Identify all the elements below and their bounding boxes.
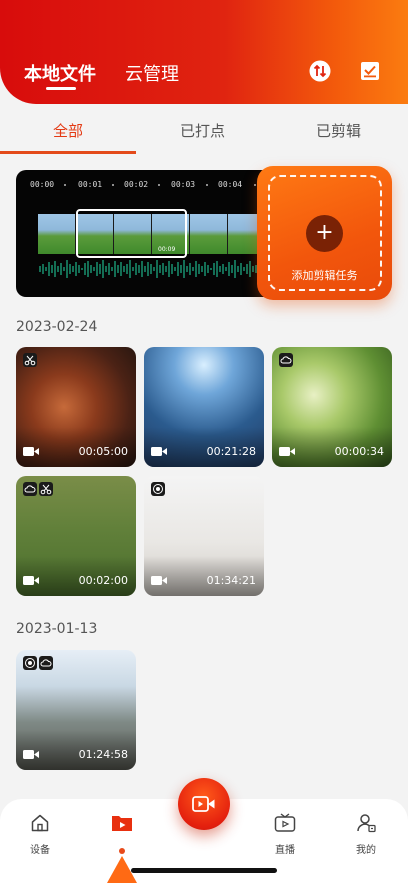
video-duration: 00:21:28 bbox=[206, 445, 256, 458]
nav-item-me[interactable]: 我的 bbox=[336, 813, 396, 856]
video-duration: 01:34:21 bbox=[206, 574, 256, 587]
target-icon bbox=[151, 482, 165, 496]
video-thumbnail[interactable]: 00:00:34 bbox=[272, 347, 392, 467]
record-video-icon bbox=[192, 796, 215, 812]
folder-play-icon bbox=[112, 816, 132, 831]
audio-waveform bbox=[39, 260, 275, 278]
video-camera-icon bbox=[23, 576, 39, 585]
add-clip-task-button[interactable]: + 添加剪辑任务 bbox=[257, 166, 392, 300]
active-tab-indicator bbox=[46, 87, 76, 90]
home-icon bbox=[31, 814, 49, 832]
nav-item-files[interactable] bbox=[92, 813, 152, 833]
nav-label-me: 我的 bbox=[356, 845, 376, 856]
nav-label-live: 直播 bbox=[275, 845, 295, 856]
date-header: 2023-02-24 bbox=[16, 319, 98, 335]
timeline-frame bbox=[38, 214, 76, 254]
cloud-icon bbox=[23, 482, 37, 496]
tv-icon bbox=[274, 813, 296, 832]
tab-local-files[interactable]: 本地文件 bbox=[24, 60, 96, 86]
video-thumbnail[interactable]: 01:34:21 bbox=[144, 476, 264, 596]
filter-tab-edited[interactable]: 已剪辑 bbox=[316, 120, 361, 141]
selection-time: 00:09 bbox=[158, 246, 176, 253]
video-camera-icon bbox=[151, 576, 167, 585]
cloud-icon bbox=[279, 353, 293, 367]
video-thumbnail[interactable]: 00:02:00 bbox=[16, 476, 136, 596]
app-header: 本地文件 云管理 bbox=[0, 0, 408, 104]
timeline-label: 00:00 bbox=[30, 180, 55, 189]
timeline-label: 00:04 bbox=[218, 180, 243, 189]
video-camera-icon bbox=[23, 750, 39, 759]
video-thumbnail[interactable]: 01:24:58 bbox=[16, 650, 136, 770]
filter-tab-indicator bbox=[0, 151, 136, 154]
timeline-label: 00:03 bbox=[171, 180, 196, 189]
scissors-icon bbox=[23, 353, 37, 367]
video-duration: 00:00:34 bbox=[334, 445, 384, 458]
timeline-tick bbox=[158, 184, 160, 186]
video-camera-icon bbox=[151, 447, 167, 456]
video-duration: 00:05:00 bbox=[78, 445, 128, 458]
timeline-label: 00:01 bbox=[78, 180, 103, 189]
plus-icon: + bbox=[306, 215, 343, 252]
filter-tab-all[interactable]: 全部 bbox=[53, 120, 83, 141]
video-duration: 00:02:00 bbox=[78, 574, 128, 587]
timeline-tick bbox=[64, 184, 66, 186]
video-camera-icon bbox=[279, 447, 295, 456]
nav-item-devices[interactable]: 设备 bbox=[10, 813, 70, 856]
video-duration: 01:24:58 bbox=[78, 748, 128, 761]
date-header: 2023-01-13 bbox=[16, 621, 98, 637]
add-clip-task-label: 添加剪辑任务 bbox=[291, 269, 358, 282]
profile-icon bbox=[357, 814, 376, 833]
target-icon bbox=[23, 656, 37, 670]
timeline-tick bbox=[254, 184, 256, 186]
nav-item-live[interactable]: 直播 bbox=[255, 813, 315, 856]
sort-icon[interactable] bbox=[309, 60, 331, 82]
checklist-icon[interactable] bbox=[359, 60, 381, 82]
timeline-tick bbox=[112, 184, 114, 186]
record-video-button[interactable] bbox=[178, 778, 230, 830]
timeline-frame bbox=[190, 214, 228, 254]
timeline-tick bbox=[206, 184, 208, 186]
video-thumbnail[interactable]: 00:21:28 bbox=[144, 347, 264, 467]
filter-tab-marked[interactable]: 已打点 bbox=[180, 120, 225, 141]
clip-editor-preview[interactable]: 00:00 00:01 00:02 00:03 00:04 00:09 bbox=[16, 170, 286, 297]
cloud-icon bbox=[39, 656, 53, 670]
home-indicator[interactable] bbox=[131, 868, 277, 873]
active-nav-indicator bbox=[119, 848, 125, 854]
filter-tabs: 全部 已打点 已剪辑 bbox=[0, 104, 408, 156]
video-camera-icon bbox=[23, 447, 39, 456]
video-thumbnail[interactable]: 00:05:00 bbox=[16, 347, 136, 467]
tab-cloud-management[interactable]: 云管理 bbox=[125, 60, 179, 86]
nav-label-devices: 设备 bbox=[30, 845, 50, 856]
scissors-icon bbox=[39, 482, 53, 496]
timeline-label: 00:02 bbox=[124, 180, 149, 189]
